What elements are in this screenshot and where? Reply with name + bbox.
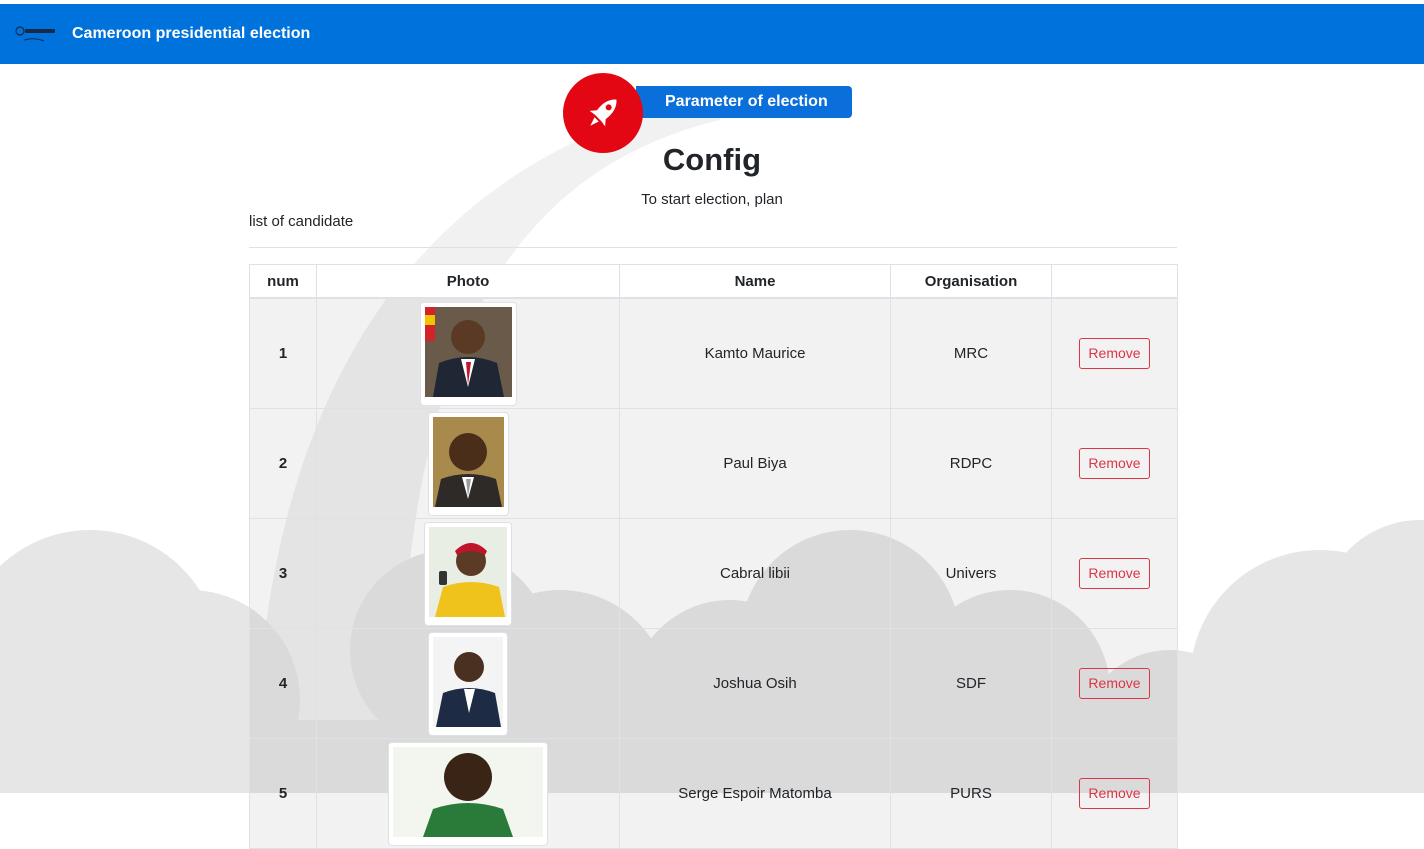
top-navbar: Cameroon presidential election xyxy=(0,4,1424,64)
candidate-photo xyxy=(388,741,548,846)
rocket-badge xyxy=(563,73,643,153)
suprimo-logo-icon[interactable] xyxy=(14,24,58,46)
parameter-badge: Parameter of election xyxy=(636,86,852,118)
action-cell: Remove xyxy=(1051,628,1178,739)
candidate-name: Kamto Maurice xyxy=(619,297,891,409)
table-row: 2 Paul Biya RDPC Remove xyxy=(249,408,1178,519)
photo-cell xyxy=(316,297,620,409)
photo-cell xyxy=(316,518,620,629)
table-row: 3 Cabral libii Univers Remove xyxy=(249,518,1178,629)
column-header-actions xyxy=(1051,264,1178,299)
candidate-organisation: SDF xyxy=(890,628,1052,739)
table-row: 5 Serge Espoir Matomba PURS Remove xyxy=(249,738,1178,849)
candidate-name: Joshua Osih xyxy=(619,628,891,739)
candidate-photo xyxy=(424,521,512,626)
page-subtitle: To start election, plan xyxy=(641,191,783,208)
candidate-num: 4 xyxy=(249,628,317,739)
photo-cell xyxy=(316,408,620,519)
column-header-organisation: Organisation xyxy=(890,264,1052,299)
column-header-name: Name xyxy=(619,264,891,299)
remove-button[interactable]: Remove xyxy=(1079,338,1150,369)
remove-button[interactable]: Remove xyxy=(1079,448,1150,479)
candidate-num: 3 xyxy=(249,518,317,629)
candidate-organisation: MRC xyxy=(890,297,1052,409)
section-divider xyxy=(249,247,1177,248)
candidate-organisation: Univers xyxy=(890,518,1052,629)
table-row: 4 Joshua Osih SDF Remove xyxy=(249,628,1178,739)
table-row: 1 Kamto Maurice MRC Remove xyxy=(249,297,1178,409)
table-header-row: num Photo Name Organisation xyxy=(249,264,1178,299)
candidate-list-heading: list of candidate xyxy=(249,213,354,230)
candidate-name: Serge Espoir Matomba xyxy=(619,738,891,849)
app-title[interactable]: Cameroon presidential election xyxy=(72,24,310,44)
candidate-photo xyxy=(428,631,508,736)
photo-cell xyxy=(316,738,620,849)
remove-button[interactable]: Remove xyxy=(1079,668,1150,699)
action-cell: Remove xyxy=(1051,738,1178,849)
photo-cell xyxy=(316,628,620,739)
candidate-name: Cabral libii xyxy=(619,518,891,629)
candidate-num: 2 xyxy=(249,408,317,519)
candidate-organisation: PURS xyxy=(890,738,1052,849)
column-header-photo: Photo xyxy=(316,264,620,299)
candidate-photo xyxy=(419,301,517,406)
remove-button[interactable]: Remove xyxy=(1079,778,1150,809)
action-cell: Remove xyxy=(1051,408,1178,519)
candidates-table: num Photo Name Organisation 1 Kamto Maur… xyxy=(249,264,1178,849)
remove-button[interactable]: Remove xyxy=(1079,558,1150,589)
candidate-photo xyxy=(427,411,509,516)
rocket-icon xyxy=(589,99,617,127)
page-title: Config xyxy=(662,142,762,177)
candidate-organisation: RDPC xyxy=(890,408,1052,519)
column-header-num: num xyxy=(249,264,317,299)
action-cell: Remove xyxy=(1051,297,1178,409)
candidate-num: 5 xyxy=(249,738,317,849)
candidate-num: 1 xyxy=(249,297,317,409)
candidate-name: Paul Biya xyxy=(619,408,891,519)
action-cell: Remove xyxy=(1051,518,1178,629)
